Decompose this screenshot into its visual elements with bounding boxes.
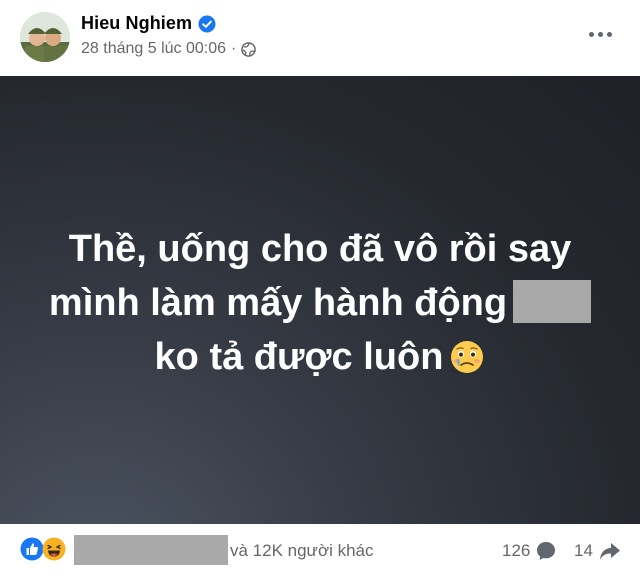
share-arrow-icon: [599, 543, 620, 560]
meta-separator: ·: [231, 40, 237, 57]
verified-badge-icon: [198, 15, 216, 32]
comment-count: 126: [502, 541, 531, 560]
post-text-line-2: mình làm mấy hành động: [48, 282, 508, 324]
avatar-image: [20, 12, 70, 62]
comment-bubble-icon: [537, 542, 556, 560]
face-holding-back-tears-icon: [451, 341, 484, 373]
more-options-icon[interactable]: [584, 24, 616, 44]
post-text-line-1: Thề, uống cho đã vô rồi say: [68, 228, 572, 270]
post-text: Thề, uống cho đã vô rồi say mình làm mấy…: [0, 222, 640, 384]
post-header: Hieu Nghiem 28 tháng 5 lúc 00:06 ·: [0, 0, 640, 76]
like-reaction-icon: [20, 537, 44, 561]
reactions-others-text[interactable]: và 12K người khác: [230, 541, 374, 561]
haha-reaction-icon: [42, 537, 66, 561]
post-text-line-2-wrap: mình làm mấy hành động: [0, 276, 640, 330]
post-text-line-3-wrap: ko tả được luôn: [0, 330, 640, 384]
globe-icon: [241, 41, 257, 57]
post-timestamp[interactable]: 28 tháng 5 lúc 00:06: [81, 40, 226, 58]
reaction-icons[interactable]: [20, 537, 66, 561]
author-name[interactable]: Hieu Nghiem: [81, 13, 192, 34]
redaction-box: [513, 280, 592, 323]
post-text-line-3: ko tả được luôn: [154, 336, 444, 378]
avatar[interactable]: [20, 12, 70, 62]
share-count-button[interactable]: 14: [574, 540, 622, 562]
redacted-reactor-names: [74, 535, 228, 565]
comment-count-button[interactable]: 126: [502, 540, 557, 562]
share-count: 14: [574, 541, 593, 560]
